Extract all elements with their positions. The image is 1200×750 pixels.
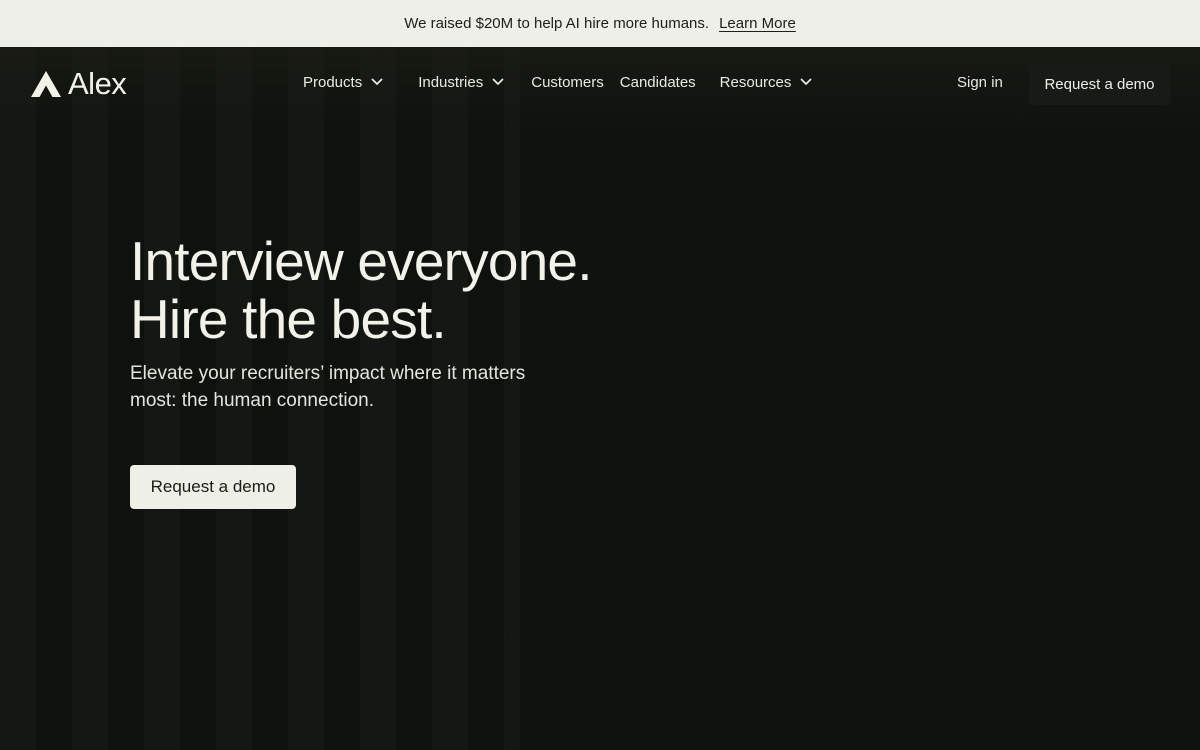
page-body: Alex Products Industries Customers Candi… [0,47,1200,750]
nav-item-resources[interactable]: Resources [720,70,813,94]
chevron-down-icon [800,78,812,85]
hero-title-line-2: Hire the best. [130,288,447,350]
chevron-down-icon [492,78,504,85]
hero-title: Interview everyone. Hire the best. [130,230,593,350]
announcement-text: We raised $20M to help AI hire more huma… [404,15,710,32]
request-demo-button-header[interactable]: Request a demo [1029,63,1170,105]
request-demo-button-hero[interactable]: Request a demo [130,465,296,509]
main-nav: Products Industries Customers Candidates… [303,70,812,94]
triangle-logo-icon [31,70,61,97]
nav-item-label: Industries [418,73,484,91]
nav-item-industries[interactable]: Industries [418,70,504,94]
announcement-bar: We raised $20M to help AI hire more huma… [0,0,1200,47]
hero-subtitle: Elevate your recruiters’ impact where it… [130,363,526,411]
nav-item-candidates[interactable]: Candidates [620,70,696,94]
nav-item-label: Customers [531,73,604,91]
hero-title-line-1: Interview everyone. [130,230,593,292]
nav-item-label: Candidates [619,73,696,91]
nav-item-label: Products [303,73,363,91]
brand-logo[interactable]: Alex [30,66,127,101]
sign-in-link[interactable]: Sign in [957,74,1003,91]
learn-more-link[interactable]: Learn More [719,15,796,32]
nav-item-label: Resources [719,73,792,91]
chevron-down-icon [371,78,383,85]
nav-item-products[interactable]: Products [303,70,383,94]
brand-name: Alex [68,66,127,101]
nav-item-customers[interactable]: Customers [531,70,604,94]
